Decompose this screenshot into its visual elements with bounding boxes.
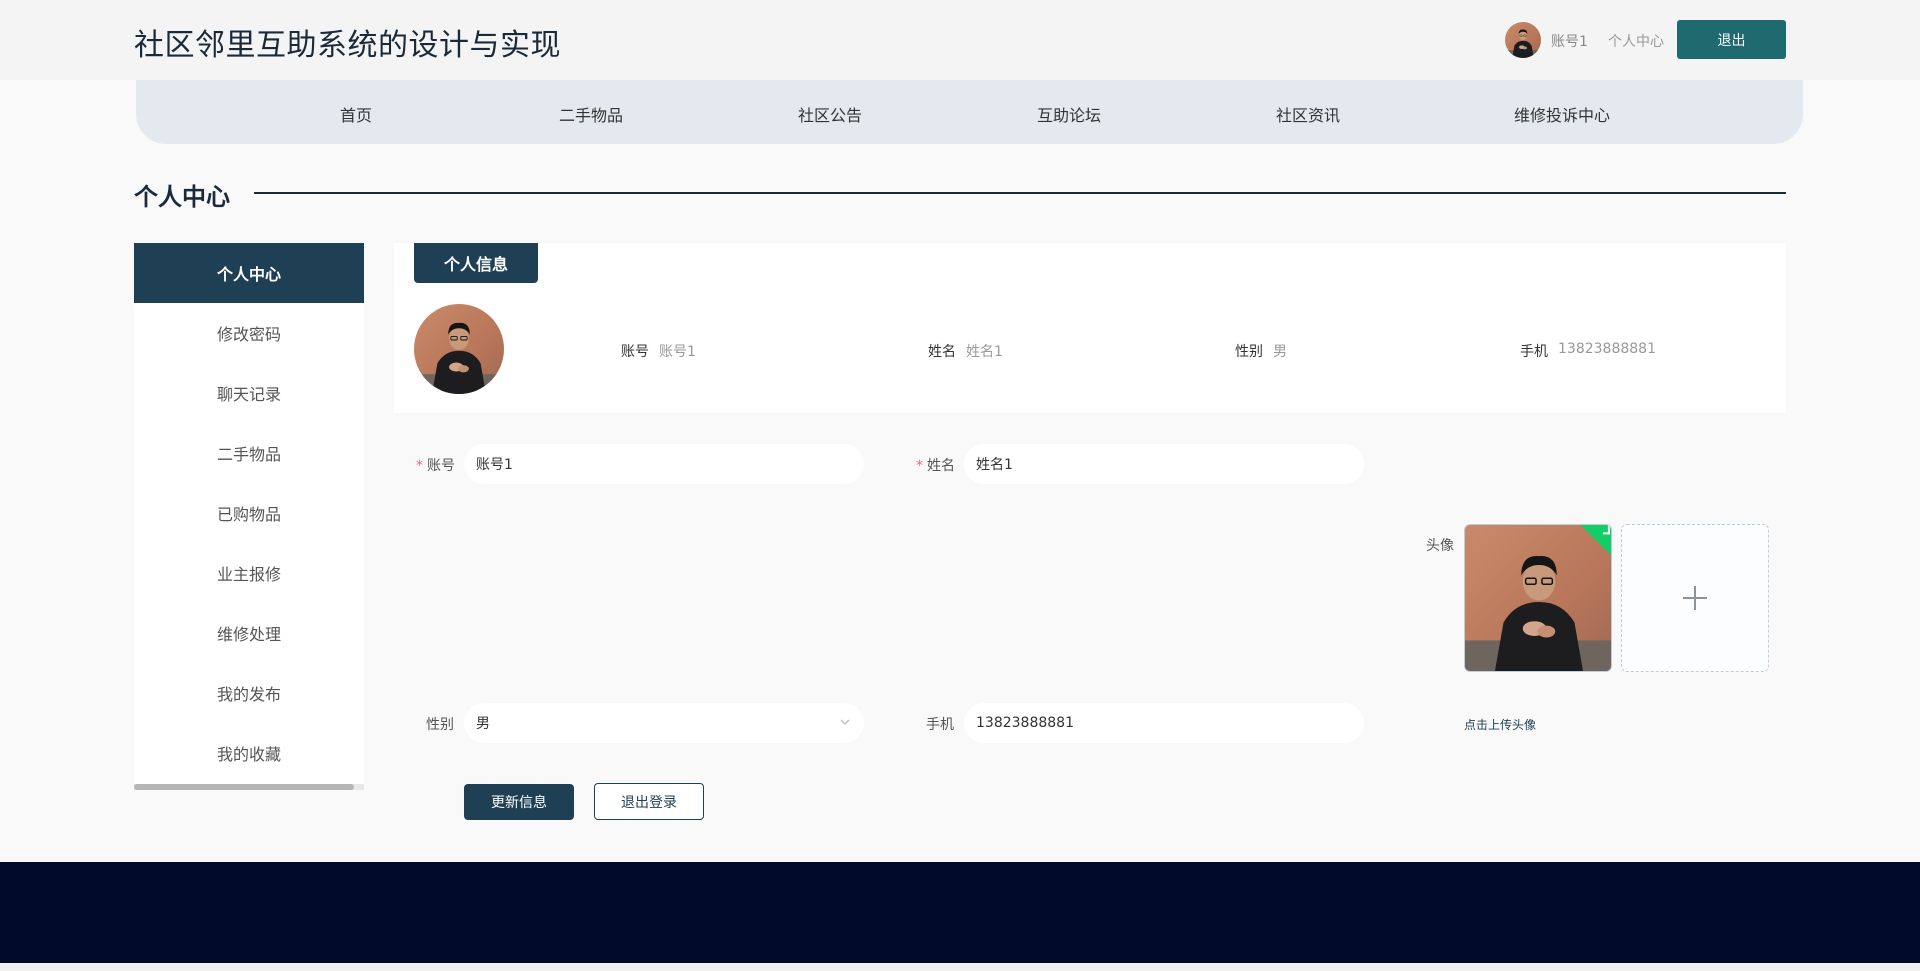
gender-field-label: 性别	[426, 717, 454, 733]
name-input[interactable]	[964, 444, 1364, 484]
top-header: 社区邻里互助系统的设计与实现 账号1 个人中心 退出	[0, 0, 1920, 80]
info-phone-value: 13823888881	[1558, 341, 1656, 357]
main-nav: 首页 二手物品 社区公告 互助论坛 社区资讯 维修投诉中心	[136, 80, 1803, 144]
phone-field-label: 手机	[926, 717, 954, 733]
info-name-label: 姓名	[928, 344, 956, 360]
sidebar-scrollbar-thumb[interactable]	[134, 784, 354, 790]
title-divider	[254, 192, 1786, 194]
footer	[0, 862, 1920, 963]
upload-avatar-tip[interactable]: 点击上传头像	[1464, 716, 1536, 733]
profile-info-card	[394, 243, 1786, 413]
gender-select[interactable]: 男	[464, 703, 864, 743]
profile-avatar	[414, 304, 504, 394]
sidebar-item-owner-repair[interactable]: 业主报修	[134, 543, 364, 603]
required-mark: *	[416, 458, 423, 474]
phone-input[interactable]	[964, 703, 1364, 743]
sidebar-item-favorites[interactable]: 我的收藏	[134, 723, 364, 783]
nav-item-home[interactable]: 首页	[340, 102, 372, 126]
info-name-value: 姓名1	[966, 344, 1003, 360]
info-account-label: 账号	[621, 344, 649, 360]
site-title: 社区邻里互助系统的设计与实现	[134, 28, 561, 63]
gender-select-value: 男	[476, 716, 490, 732]
user-center-link[interactable]: 个人中心	[1608, 31, 1664, 51]
uploaded-avatar-preview[interactable]	[1464, 524, 1612, 672]
name-field-label: * 姓名	[916, 458, 955, 474]
sidebar-item-purchased[interactable]: 已购物品	[134, 483, 364, 543]
plus-icon	[1683, 586, 1707, 610]
sidebar-item-repair-handling[interactable]: 维修处理	[134, 603, 364, 663]
check-icon	[1602, 525, 1610, 535]
tab-personal-info[interactable]: 个人信息	[414, 243, 538, 283]
account-field-label: * 账号	[416, 458, 455, 474]
sidebar-scrollbar[interactable]	[134, 784, 364, 790]
chevron-down-icon	[840, 719, 850, 726]
sidebar-item-change-password[interactable]: 修改密码	[134, 303, 364, 363]
sidebar-item-user-center[interactable]: 个人中心	[134, 243, 364, 303]
required-mark: *	[916, 458, 923, 474]
sidebar-item-my-posts[interactable]: 我的发布	[134, 663, 364, 723]
nav-item-second-hand[interactable]: 二手物品	[559, 102, 623, 126]
sidebar-item-second-hand[interactable]: 二手物品	[134, 423, 364, 483]
account-input[interactable]	[464, 444, 864, 484]
nav-item-repair-complaint[interactable]: 维修投诉中心	[1514, 102, 1610, 126]
update-info-button[interactable]: 更新信息	[464, 784, 574, 820]
info-phone-label: 手机	[1520, 344, 1548, 360]
user-avatar[interactable]	[1505, 22, 1541, 58]
logout-account-button[interactable]: 退出登录	[594, 783, 704, 820]
info-gender-value: 男	[1273, 344, 1287, 360]
user-name: 账号1	[1551, 34, 1588, 50]
logout-button[interactable]: 退出	[1677, 20, 1786, 59]
sidebar-item-chat-history[interactable]: 聊天记录	[134, 363, 364, 423]
avatar-upload-button[interactable]	[1621, 524, 1769, 672]
info-account-value: 账号1	[659, 344, 696, 360]
sidebar: 个人中心 修改密码 聊天记录 二手物品 已购物品 业主报修 维修处理 我的发布 …	[134, 243, 364, 790]
avatar-field-label: 头像	[1426, 538, 1454, 554]
nav-item-announcements[interactable]: 社区公告	[798, 102, 862, 126]
page-title: 个人中心	[134, 183, 230, 211]
nav-item-forum[interactable]: 互助论坛	[1037, 102, 1101, 126]
nav-item-news[interactable]: 社区资讯	[1276, 102, 1340, 126]
page-bottom-strip	[0, 963, 1920, 971]
info-gender-label: 性别	[1235, 344, 1263, 360]
